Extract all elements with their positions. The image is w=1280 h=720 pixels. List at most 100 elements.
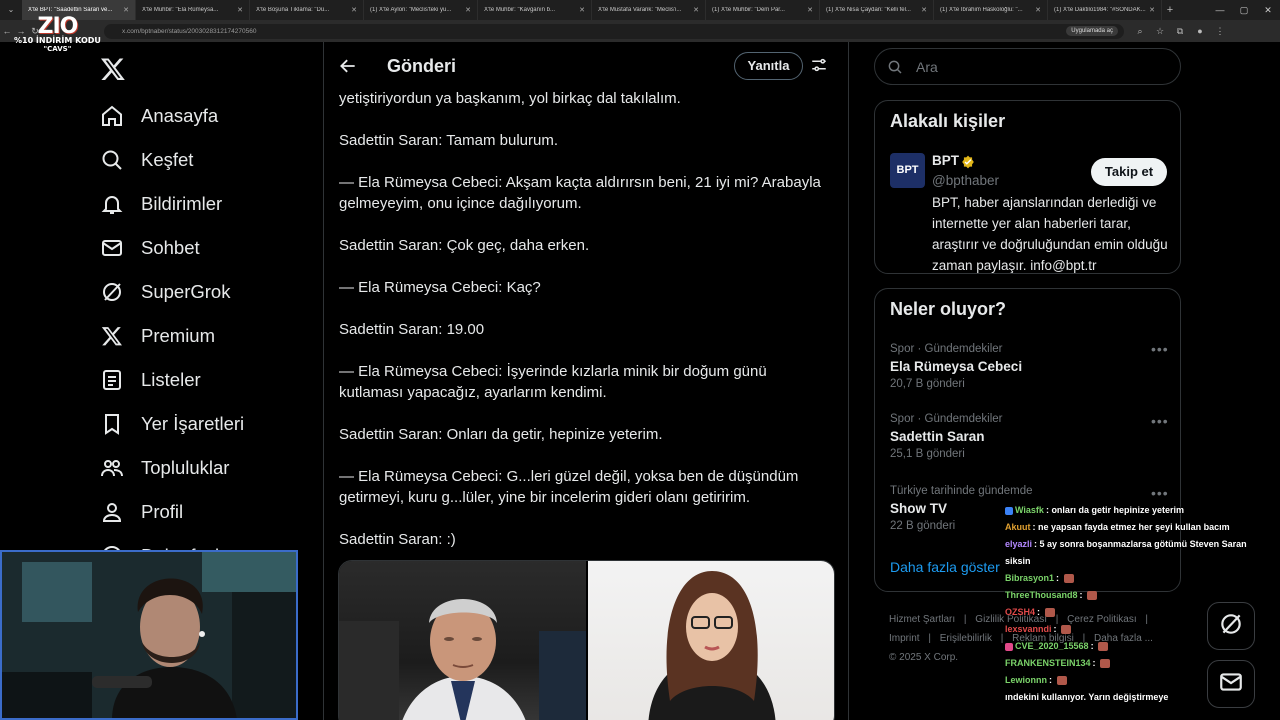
- post-line: Sadettin Saran: 19.00: [339, 321, 485, 338]
- minimize-icon[interactable]: —: [1208, 0, 1232, 20]
- maximize-icon[interactable]: ▢: [1232, 0, 1256, 20]
- sidebar-item-home[interactable]: Anasayfa: [100, 96, 218, 136]
- close-icon[interactable]: ✕: [693, 6, 699, 14]
- sidebar-item-notifications[interactable]: Bildirimler: [100, 184, 222, 224]
- close-icon[interactable]: ✕: [351, 6, 357, 14]
- search-input[interactable]: Ara: [874, 48, 1181, 85]
- footer-link[interactable]: Imprint: [889, 633, 920, 644]
- promo-text: %10 İNDİRİM KODU: [14, 36, 101, 45]
- post-media[interactable]: [338, 560, 835, 720]
- chat-text: ındekini kullanıyor. Yarın değiştirmeye: [1005, 692, 1169, 702]
- post-line: Sadettin Saran: Tamam bulurum.: [339, 132, 559, 149]
- browser-tab[interactable]: X'te Boşuna Tıklama: "Dü... ✕: [250, 0, 364, 20]
- trend-count: 20,7 B gönderi: [890, 378, 965, 390]
- tab-title: X'te Boşuna Tıklama: "Dü...: [256, 7, 330, 13]
- show-more-link[interactable]: Daha fazla göster: [890, 559, 1000, 575]
- sidebar-item-explore[interactable]: Keşfet: [100, 140, 193, 180]
- close-icon[interactable]: ✕: [1149, 6, 1155, 14]
- browser-tab[interactable]: (1) X'te İbrahim Haskoloğlu: "... ✕: [934, 0, 1048, 20]
- browser-tab[interactable]: (1) X'te Daktilo1984: "#SONDAK... ✕: [1048, 0, 1162, 20]
- back-nav-icon[interactable]: ←: [0, 26, 14, 36]
- footer-link[interactable]: Hizmet Şartları: [889, 614, 955, 625]
- close-icon[interactable]: ✕: [579, 6, 585, 14]
- tab-title: (1) X'te Nisa Çaydan: "Kelli fel...: [826, 7, 911, 13]
- bookmark-icon: [100, 412, 124, 436]
- post-line: getirmeyi, kuru g...lüler, yine bir ince…: [339, 489, 750, 506]
- zoom-icon[interactable]: ⌕: [1130, 26, 1150, 37]
- window-controls: — ▢ ✕: [1208, 0, 1280, 20]
- close-icon[interactable]: ✕: [123, 6, 129, 14]
- close-icon[interactable]: ✕: [807, 6, 813, 14]
- sidebar-item-label: Premium: [141, 325, 216, 346]
- chat-username: Lewionnn: [1005, 675, 1047, 685]
- profile-icon[interactable]: ●: [1190, 26, 1210, 37]
- sidebar-item-profile[interactable]: Profil: [100, 492, 183, 532]
- x-icon: [100, 324, 124, 348]
- new-tab-icon[interactable]: +: [1162, 4, 1178, 16]
- trend-item[interactable]: Spor · Gündemdekiler Sadettin Saran 25,1…: [890, 413, 1003, 460]
- browser-tab[interactable]: X'te Muhbir: "Ela Rümeysa... ✕: [136, 0, 250, 20]
- sidebar-item-messages[interactable]: Sohbet: [100, 228, 200, 268]
- account-handle[interactable]: @bpthaber: [932, 173, 999, 188]
- sliders-icon[interactable]: [810, 56, 828, 74]
- close-icon[interactable]: ✕: [237, 6, 243, 14]
- sponsor-logo-text: ZIO: [37, 14, 79, 39]
- account-name[interactable]: BPT: [932, 153, 959, 168]
- chat-message: FRANKENSTEIN134:: [1005, 655, 1275, 672]
- close-window-icon[interactable]: ✕: [1256, 0, 1280, 20]
- sidebar-item-label: Sohbet: [141, 237, 200, 258]
- close-icon[interactable]: ✕: [1035, 6, 1041, 14]
- sidebar-item-communities[interactable]: Topluluklar: [100, 448, 229, 488]
- stream-sponsor-logo: ZIO %10 İNDİRİM KODU "CAVS": [14, 14, 101, 54]
- bell-icon: [100, 192, 124, 216]
- url-input[interactable]: x.com/bptnaber/status/200302831217427056…: [104, 23, 1124, 39]
- browser-tab[interactable]: (1) X'te Muhbir: "Dem Par... ✕: [706, 0, 820, 20]
- menu-icon[interactable]: ⋮: [1210, 26, 1230, 37]
- post-line: Sadettin Saran: Çok geç, daha erken.: [339, 237, 590, 254]
- more-options-icon[interactable]: •••: [1151, 413, 1169, 429]
- avatar[interactable]: BPT: [890, 153, 925, 188]
- sidebar-item-label: Anasayfa: [141, 105, 219, 126]
- x-logo-icon[interactable]: [100, 56, 126, 82]
- close-icon[interactable]: ✕: [465, 6, 471, 14]
- tab-title: X'te BPT: "Saadettin Saran ve...: [28, 7, 113, 13]
- chat-text: 5 ay sonra boşanmazlarsa götümü Steven S…: [1039, 539, 1247, 549]
- more-options-icon[interactable]: •••: [1151, 341, 1169, 357]
- trend-meta: Türkiye tarihinde gündemde: [890, 485, 1033, 497]
- extensions-icon[interactable]: ⧉: [1170, 26, 1190, 37]
- chat-message: siksin: [1005, 553, 1275, 570]
- chat-text: siksin: [1005, 556, 1031, 566]
- home-icon: [100, 104, 124, 128]
- star-icon[interactable]: ☆: [1150, 26, 1170, 37]
- post-header: Gönderi Yanıtla: [324, 42, 848, 90]
- footer-link[interactable]: Erişilebilirlik: [940, 633, 992, 644]
- trend-item[interactable]: Spor · Gündemdekiler Ela Rümeysa Cebeci …: [890, 343, 1022, 390]
- search-icon: [100, 148, 124, 172]
- close-icon[interactable]: ✕: [921, 6, 927, 14]
- url-text: x.com/bptnaber/status/200302831217427056…: [122, 27, 257, 35]
- photo-man[interactable]: [339, 561, 586, 720]
- more-options-icon[interactable]: •••: [1151, 485, 1169, 501]
- chat-message: Akuut: ne yapsan fayda etmez her şeyi ku…: [1005, 522, 1230, 532]
- photo-woman[interactable]: [588, 561, 834, 720]
- trend-name: Ela Rümeysa Cebeci: [890, 359, 1023, 374]
- sidebar-item-bookmarks[interactable]: Yer İşaretleri: [100, 404, 244, 444]
- browser-tab[interactable]: X'te Muhbir: "Kavganın b... ✕: [478, 0, 592, 20]
- browser-tab[interactable]: X'te Mustafa Varank: "Meclis'i... ✕: [592, 0, 706, 20]
- sidebar-item-supergrok[interactable]: SuperGrok: [100, 272, 230, 312]
- open-in-app-button[interactable]: Uygulamada aç: [1066, 26, 1118, 36]
- trend-meta: Spor · Gündemdekiler: [890, 413, 1003, 425]
- promo-code: "CAVS": [43, 45, 72, 53]
- list-icon: [100, 368, 124, 392]
- chat-username: Wiasfk: [1015, 505, 1044, 515]
- chat-message: CVE_2020_15568:: [1005, 638, 1275, 655]
- chat-message: Bibrasyon1:: [1005, 570, 1275, 587]
- browser-tab[interactable]: (1) X'te Nisa Çaydan: "Kelli fel... ✕: [820, 0, 934, 20]
- browser-tab[interactable]: (1) X'te Aylon: "Meclis'teki yu... ✕: [364, 0, 478, 20]
- sidebar-item-lists[interactable]: Listeler: [100, 360, 201, 400]
- back-arrow-icon[interactable]: [338, 56, 358, 76]
- follow-button[interactable]: Takip et: [1091, 158, 1167, 186]
- chat-message: OZSH4:: [1005, 604, 1275, 621]
- sidebar-item-premium[interactable]: Premium: [100, 316, 215, 356]
- reply-button[interactable]: Yanıtla: [734, 52, 803, 80]
